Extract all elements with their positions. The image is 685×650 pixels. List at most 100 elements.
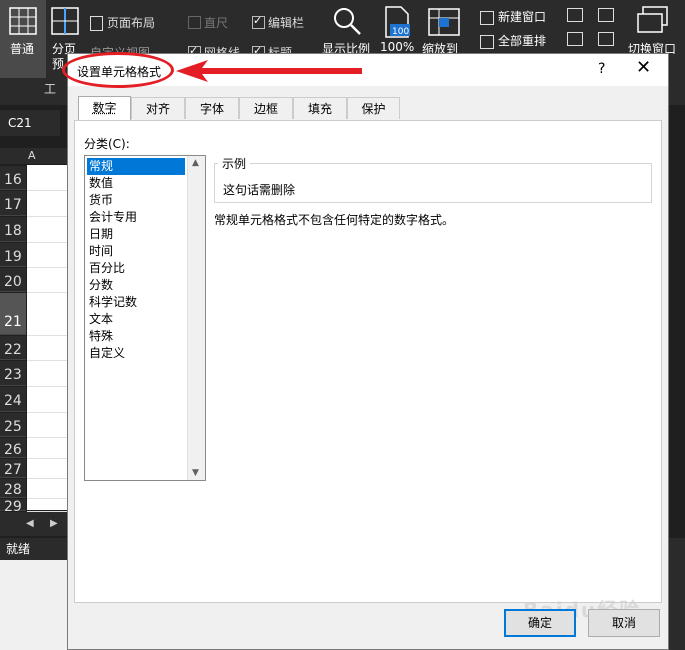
- grid-line: [27, 412, 67, 413]
- side-by-side-icon[interactable]: [598, 8, 614, 22]
- zoom-button[interactable]: 显示比例: [322, 0, 372, 60]
- formula-bar-checkbox[interactable]: [252, 14, 265, 29]
- status-text: 就绪: [6, 542, 31, 556]
- scroll-down-icon[interactable]: ▼: [192, 468, 199, 478]
- arrange-all-button[interactable]: 全部重排: [480, 32, 546, 49]
- row-header[interactable]: 19: [0, 243, 26, 267]
- category-item[interactable]: 分数: [87, 277, 185, 294]
- tab-number[interactable]: 数字: [78, 96, 131, 120]
- grid-line: [27, 242, 67, 243]
- sample-value: 这句话需删除: [223, 183, 296, 197]
- hide-window-icon[interactable]: [567, 32, 583, 46]
- tab-protection[interactable]: 保护: [347, 97, 400, 119]
- tab-alignment[interactable]: 对齐: [131, 97, 185, 119]
- help-button[interactable]: ?: [598, 61, 605, 77]
- tab-font[interactable]: 字体: [185, 97, 239, 119]
- category-item[interactable]: 会计专用: [87, 209, 185, 226]
- magnifier-icon: [334, 8, 361, 35]
- arrange-all-label: 全部重排: [498, 34, 547, 48]
- row-header[interactable]: 27: [0, 459, 26, 478]
- ok-button[interactable]: 确定: [504, 609, 576, 637]
- normal-view-button[interactable]: 普通: [0, 0, 46, 78]
- category-item[interactable]: 特殊: [87, 328, 185, 345]
- row-header[interactable]: 25: [0, 413, 26, 437]
- page-100-text: 100: [392, 27, 409, 37]
- grid-line: [27, 360, 67, 361]
- annotation-arrow-icon: [176, 60, 362, 82]
- row-header[interactable]: 20: [0, 268, 26, 292]
- page-layout-label: 页面布局: [107, 16, 156, 30]
- grid-line: [27, 292, 67, 293]
- close-button[interactable]: ✕: [636, 57, 651, 78]
- normal-view-label: 普通: [10, 42, 35, 56]
- column-header-a[interactable]: A: [28, 149, 36, 162]
- row-header[interactable]: 21: [0, 293, 26, 335]
- cancel-button[interactable]: 取消: [588, 609, 660, 637]
- category-list[interactable]: ▲ ▼ 常规 数值 货币 会计专用 日期 时间 百分比 分数 科学记数 文本 特殊 自定义: [84, 155, 206, 481]
- zoom-selection-icon: [428, 8, 460, 36]
- zoom-to-selection-button[interactable]: 缩放到: [422, 0, 466, 60]
- category-item[interactable]: 时间: [87, 243, 185, 260]
- number-tab-panel: 分类(C): ▲ ▼ 常规 数值 货币 会计专用 日期 时间 百分比 分数 科学记数 文本 特殊 自定…: [74, 120, 662, 603]
- category-item[interactable]: 货币: [87, 192, 185, 209]
- zoom-100-label: 100%: [380, 40, 415, 54]
- ruler-checkbox[interactable]: [188, 16, 201, 29]
- format-description: 常规单元格格式不包含任何特定的数字格式。: [214, 213, 455, 227]
- scroll-left-icon[interactable]: ◀: [26, 518, 34, 529]
- scroll-right-icon[interactable]: ▶: [50, 518, 58, 529]
- row-header[interactable]: 26: [0, 438, 26, 458]
- grid-line: [27, 478, 67, 479]
- row-header[interactable]: 16: [0, 166, 26, 190]
- switch-window-button[interactable]: 切换窗口: [625, 0, 685, 60]
- grid-line: [27, 458, 67, 459]
- scroll-up-icon[interactable]: ▲: [192, 158, 199, 168]
- row-header[interactable]: 17: [0, 191, 26, 216]
- category-item[interactable]: 常规: [87, 158, 185, 175]
- category-item[interactable]: 百分比: [87, 260, 185, 277]
- sample-legend: 示例: [218, 155, 251, 172]
- zoom-100-button[interactable]: 100 100%: [378, 0, 414, 60]
- grid-line: [27, 498, 67, 499]
- category-item[interactable]: 数值: [87, 175, 185, 192]
- page-break-icon: [51, 7, 79, 35]
- sheet-grid[interactable]: [27, 165, 67, 512]
- row-header[interactable]: 28: [0, 479, 26, 498]
- category-label: 分类(C):: [84, 137, 130, 151]
- tab-fill[interactable]: 填充: [293, 97, 347, 119]
- category-item[interactable]: 日期: [87, 226, 185, 243]
- page-layout-button[interactable]: 页面布局: [90, 14, 155, 31]
- row-header[interactable]: 29: [0, 499, 26, 515]
- group-label-fragment: 工: [44, 82, 57, 96]
- grid-line: [27, 437, 67, 438]
- annotation-ellipse: [62, 52, 174, 88]
- formula-bar-label: 编辑栏: [268, 16, 305, 30]
- row-header[interactable]: 24: [0, 387, 26, 412]
- category-item[interactable]: 自定义: [87, 345, 185, 362]
- normal-view-icon: [9, 7, 37, 35]
- lower-background: [0, 560, 67, 650]
- new-window-button[interactable]: 新建窗口: [480, 8, 546, 25]
- name-box[interactable]: C21: [0, 110, 60, 136]
- format-cells-dialog: 设置单元格格式 ? ✕ 数字 对齐 字体 边框 填充 保护 分类(C): ▲ ▼…: [67, 53, 669, 650]
- row-header[interactable]: 18: [0, 217, 26, 242]
- sync-scroll-icon[interactable]: [598, 32, 614, 46]
- grid-line: [27, 335, 67, 336]
- page-100-icon: 100: [385, 6, 410, 38]
- category-item[interactable]: 科学记数: [87, 294, 185, 311]
- grid-line: [27, 267, 67, 268]
- tab-border[interactable]: 边框: [239, 97, 293, 119]
- arrange-all-icon: [480, 34, 494, 49]
- grid-line: [27, 216, 67, 217]
- grid-line: [27, 386, 67, 387]
- sheet-nav: ◀ ▶: [0, 512, 67, 536]
- ruler-label: 直尺: [204, 16, 229, 30]
- new-window-icon: [480, 10, 494, 25]
- split-icon[interactable]: [567, 8, 583, 22]
- row-header[interactable]: 22: [0, 336, 26, 360]
- page-layout-icon: [90, 16, 103, 31]
- row-header[interactable]: 23: [0, 361, 26, 386]
- column-header-bar: A: [0, 148, 67, 164]
- grid-line: [27, 190, 67, 191]
- category-item[interactable]: 文本: [87, 311, 185, 328]
- category-scrollbar[interactable]: ▲ ▼: [187, 156, 205, 480]
